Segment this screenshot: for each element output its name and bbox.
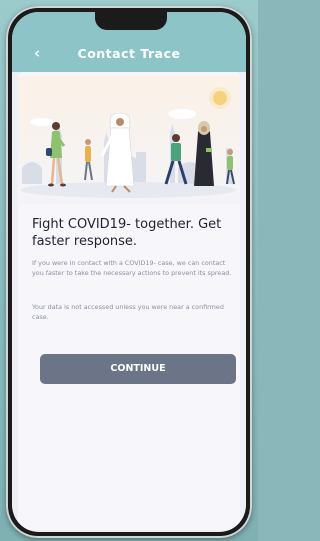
info-text-contact: If you were in contact with a COVID19- c… [32,259,232,277]
illustration [18,76,240,204]
phone-notch [95,12,167,30]
info-text-privacy: Your data is not accessed unless you wer… [32,303,224,321]
screen: ‹ Contact Trace Fight COVID19- together.… [12,12,246,532]
phone-frame: ‹ Contact Trace Fight COVID19- together.… [6,6,252,538]
content-card: Fight COVID19- together. Get faster resp… [18,72,240,530]
headline: Fight COVID19- together. Get faster resp… [32,217,222,249]
continue-button[interactable]: CONTINUE [40,354,236,384]
page-title: Contact Trace [77,46,181,61]
